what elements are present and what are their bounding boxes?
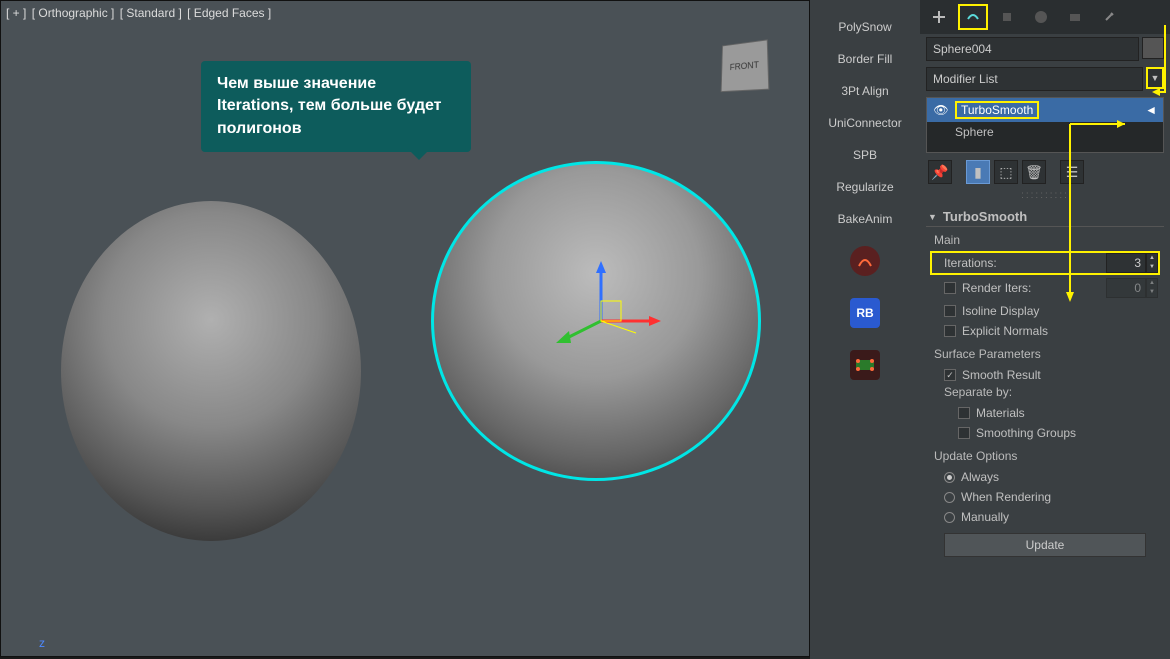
rollout-header[interactable]: ▼ TurboSmooth (926, 207, 1164, 227)
update-manually-label: Manually (961, 510, 1009, 524)
stack-item-label: TurboSmooth (955, 101, 1039, 119)
iterations-spinner[interactable]: 3 ▲▼ (1106, 253, 1158, 273)
rollout-turbosmooth: ▼ TurboSmooth Main Iterations: 3 ▲▼ Rend… (926, 207, 1164, 563)
update-rendering-radio[interactable] (944, 492, 955, 503)
tool-polysnow[interactable]: PolySnow (838, 20, 891, 34)
tool-icon-rb[interactable]: RB (850, 298, 880, 328)
pin-stack-icon[interactable]: 📌 (928, 160, 952, 184)
tool-icon-red-circle[interactable] (850, 246, 880, 276)
iterations-value[interactable]: 3 (1106, 253, 1146, 273)
smoothing-groups-checkbox[interactable] (958, 427, 970, 439)
tooltip-callout: Чем выше значение Iterations, тем больше… (201, 61, 471, 152)
group-surface-label: Surface Parameters (930, 347, 1160, 361)
update-rendering-label: When Rendering (961, 490, 1051, 504)
command-panel: Sphere004 Modifier List ▼ 👁 TurboSmooth … (920, 0, 1170, 659)
explicit-normals-label: Explicit Normals (962, 324, 1048, 338)
tool-spb[interactable]: SPB (853, 148, 877, 162)
isoline-label: Isoline Display (962, 304, 1039, 318)
show-end-result-icon[interactable]: ▮ (966, 160, 990, 184)
update-button[interactable]: Update (944, 533, 1146, 557)
scripts-toolbar: PolySnow Border Fill 3Pt Align UniConnec… (810, 0, 920, 659)
separate-by-label: Separate by: (930, 385, 1160, 399)
configure-sets-icon[interactable]: ☰ (1060, 160, 1084, 184)
viewcube[interactable]: FRONT (721, 39, 770, 92)
viewport-labels[interactable]: [ + ] [ Orthographic ] [ Standard ] [ Ed… (6, 6, 273, 20)
modifier-dropdown-arrow[interactable]: ▼ (1146, 67, 1164, 89)
sphere-low-poly[interactable] (61, 201, 361, 541)
render-iters-label: Render Iters: (962, 281, 1100, 295)
iterations-label: Iterations: (944, 256, 997, 270)
group-main-label: Main (930, 233, 1160, 247)
update-manually-radio[interactable] (944, 512, 955, 523)
visibility-toggle-icon[interactable]: 👁 (933, 103, 949, 117)
remove-modifier-icon[interactable]: 🗑 (1022, 160, 1046, 184)
viewport-plus[interactable]: [ + ] (6, 6, 26, 20)
iterations-row: Iterations: 3 ▲▼ (930, 251, 1160, 275)
render-iters-spinner[interactable]: 0 ▲▼ (1106, 278, 1158, 298)
tool-3ptalign[interactable]: 3Pt Align (841, 84, 888, 98)
axis-z-label: z (39, 636, 45, 650)
viewport-projection[interactable]: [ Orthographic ] (32, 6, 115, 20)
tab-utilities[interactable] (1094, 4, 1124, 30)
tool-bakeanim[interactable]: BakeAnim (838, 212, 893, 226)
render-iters-checkbox[interactable] (944, 282, 956, 294)
object-color-swatch[interactable] (1142, 37, 1164, 59)
viewport[interactable]: [ + ] [ Orthographic ] [ Standard ] [ Ed… (0, 0, 810, 657)
smooth-result-checkbox[interactable]: ✓ (944, 369, 956, 381)
viewport-shading[interactable]: [ Standard ] (120, 6, 182, 20)
materials-checkbox[interactable] (958, 407, 970, 419)
materials-label: Materials (976, 406, 1025, 420)
tab-create[interactable] (924, 4, 954, 30)
tab-motion[interactable] (1026, 4, 1056, 30)
panel-drag-grip[interactable]: :::::::::: (920, 188, 1170, 203)
stack-toolbar: 📌 ▮ ⬚ 🗑 ☰ (920, 156, 1170, 188)
tool-uniconnector[interactable]: UniConnector (828, 116, 901, 130)
tab-display[interactable] (1060, 4, 1090, 30)
update-always-label: Always (961, 470, 999, 484)
viewport-wireframe[interactable]: [ Edged Faces ] (187, 6, 271, 20)
sphere-smooth-selected[interactable] (431, 161, 761, 481)
modifier-stack[interactable]: 👁 TurboSmooth ◄ Sphere (926, 97, 1164, 153)
modifier-list-dropdown[interactable]: Modifier List (926, 67, 1143, 91)
update-always-radio[interactable] (944, 472, 955, 483)
make-unique-icon[interactable]: ⬚ (994, 160, 1018, 184)
object-name-field[interactable]: Sphere004 (926, 37, 1139, 61)
collapse-icon: ▼ (928, 212, 937, 222)
group-update-label: Update Options (930, 449, 1160, 463)
smoothing-groups-label: Smoothing Groups (976, 426, 1076, 440)
smooth-result-label: Smooth Result (962, 368, 1041, 382)
tool-regularize[interactable]: Regularize (836, 180, 893, 194)
command-panel-tabs (920, 0, 1170, 34)
isoline-checkbox[interactable] (944, 305, 956, 317)
tab-hierarchy[interactable] (992, 4, 1022, 30)
stack-item-turbosmooth[interactable]: 👁 TurboSmooth ◄ (927, 98, 1163, 122)
stack-item-label: Sphere (955, 125, 994, 139)
tool-icon-mesh[interactable] (850, 350, 880, 380)
rollout-title: TurboSmooth (943, 209, 1027, 224)
tab-modify[interactable] (958, 4, 988, 30)
stack-item-sphere[interactable]: Sphere (927, 122, 1163, 142)
render-iters-value: 0 (1106, 278, 1146, 298)
explicit-normals-checkbox[interactable] (944, 325, 956, 337)
tool-borderfill[interactable]: Border Fill (838, 52, 893, 66)
